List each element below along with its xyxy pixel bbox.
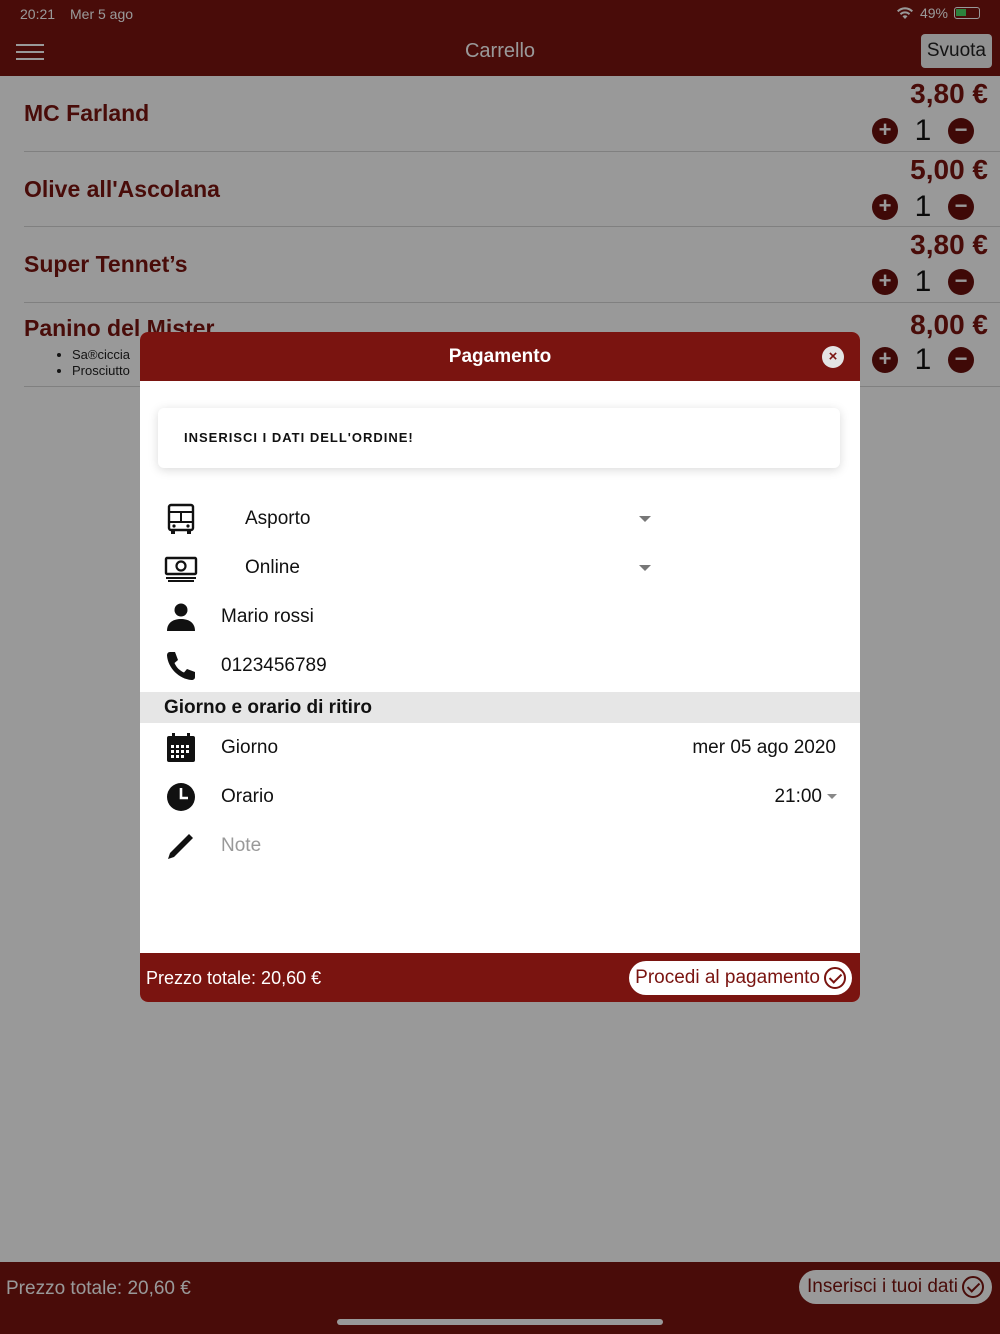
notes-field[interactable]: Note [140,821,860,870]
pickup-day-label: Giorno [221,737,279,758]
check-circle-icon [824,967,846,989]
payment-method-select[interactable]: Online [140,543,860,592]
phone-value: 0123456789 [221,655,327,676]
payment-method-value: Online [245,557,300,578]
pencil-icon [168,834,193,859]
phone-icon [167,652,195,680]
bus-icon [167,503,195,534]
modal-footer: Prezzo totale: 20,60 € Procedi al pagame… [140,953,860,1002]
pickup-day-value: mer 05 ago 2020 [692,737,836,758]
pickup-section-title: Giorno e orario di ritiro [164,697,372,718]
calendar-icon [167,733,195,762]
clock-icon [167,783,195,811]
order-notice-card: INSERISCI I DATI DELL'ORDINE! [158,408,840,468]
cash-icon [164,556,198,582]
chevron-down-icon [639,565,651,571]
proceed-to-payment-label: Procedi al pagamento [635,967,820,988]
notes-placeholder: Note [221,835,262,856]
delivery-type-select[interactable]: Asporto [140,494,860,543]
order-notice-text: INSERISCI I DATI DELL'ORDINE! [184,430,414,445]
close-icon[interactable]: × [822,346,844,368]
pickup-section-header: Giorno e orario di ritiro [140,692,860,723]
name-value: Mario rossi [221,606,314,627]
modal-title: Pagamento [448,346,552,367]
payment-modal: Pagamento × INSERISCI I DATI DELL'ORDINE… [140,332,860,1002]
chevron-down-icon [827,794,837,799]
chevron-down-icon [639,516,651,522]
modal-header: Pagamento × [140,332,860,381]
pickup-time-label: Orario [221,786,274,807]
phone-field[interactable]: 0123456789 [140,641,860,690]
proceed-to-payment-button[interactable]: Procedi al pagamento [629,961,852,995]
pickup-time-field[interactable]: Orario 21:00 [140,772,860,821]
modal-total: Prezzo totale: 20,60 € [146,968,322,988]
pickup-day-field[interactable]: Giorno mer 05 ago 2020 [140,723,860,772]
person-icon [167,603,195,631]
delivery-type-value: Asporto [245,508,311,529]
name-field[interactable]: Mario rossi [140,592,860,641]
pickup-time-value: 21:00 [774,786,822,807]
